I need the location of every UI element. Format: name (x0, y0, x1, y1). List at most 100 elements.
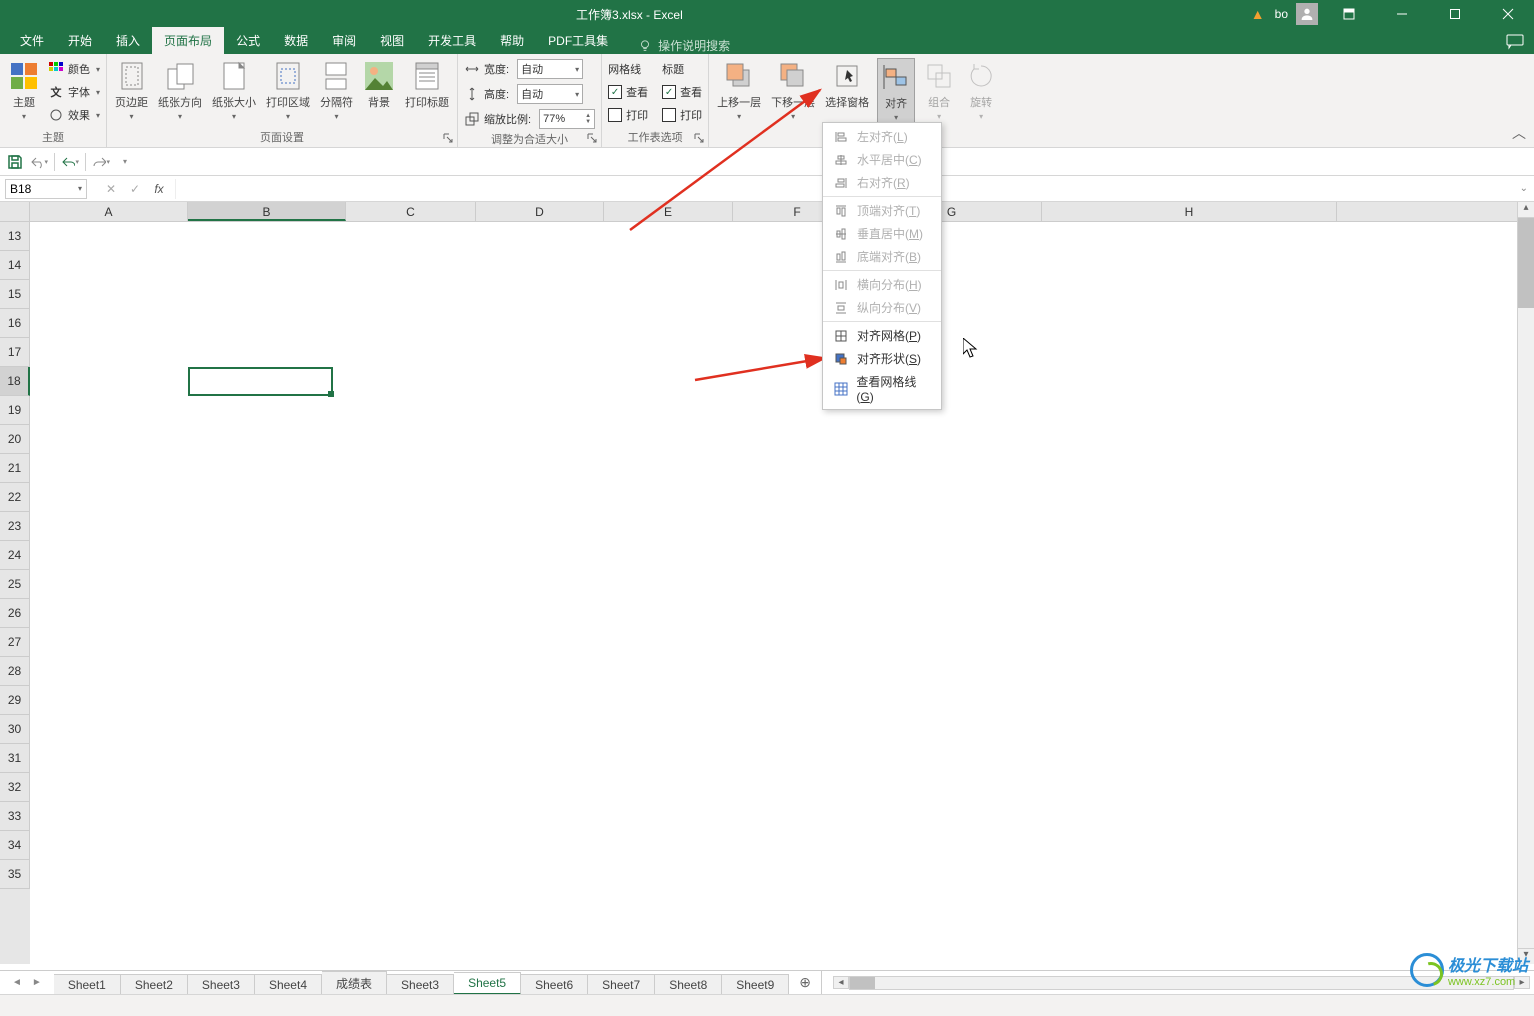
row-header-34[interactable]: 34 (0, 831, 30, 860)
scroll-thumb[interactable] (1518, 218, 1534, 308)
gridlines-print-checkbox[interactable]: 打印 (608, 104, 648, 126)
tab-公式[interactable]: 公式 (224, 27, 272, 54)
row-header-19[interactable]: 19 (0, 396, 30, 425)
sheet-tab-Sheet4-3[interactable]: Sheet4 (255, 974, 322, 995)
column-headers[interactable]: ABCDEFGH (0, 202, 1534, 222)
select-all-corner[interactable] (0, 202, 30, 221)
row-header-22[interactable]: 22 (0, 483, 30, 512)
row-header-30[interactable]: 30 (0, 715, 30, 744)
dialog-launcher-page-setup[interactable] (441, 131, 455, 145)
tab-审阅[interactable]: 审阅 (320, 27, 368, 54)
headings-print-checkbox[interactable]: 打印 (662, 104, 702, 126)
size-button[interactable]: 纸张大小▾ (210, 58, 258, 123)
col-header-E[interactable]: E (604, 202, 733, 221)
dialog-launcher-scale[interactable] (585, 131, 599, 145)
expand-formula-bar-icon[interactable]: ⌄ (1514, 183, 1534, 194)
col-header-C[interactable]: C (346, 202, 476, 221)
col-header-D[interactable]: D (476, 202, 604, 221)
gridlines-view-checkbox[interactable]: 查看 (608, 81, 648, 103)
redo-icon[interactable]: ▾ (92, 153, 110, 171)
spreadsheet-grid[interactable]: ABCDEFGH 1314151617181920212223242526272… (0, 202, 1534, 964)
close-button[interactable] (1485, 0, 1530, 28)
height-combo[interactable]: 自动▾ (517, 84, 583, 104)
print-titles-button[interactable]: 打印标题 (403, 58, 451, 112)
fonts-button[interactable]: 文字体▾ (48, 81, 100, 103)
row-header-15[interactable]: 15 (0, 280, 30, 309)
comments-icon[interactable] (1496, 30, 1534, 54)
tab-开发工具[interactable]: 开发工具 (416, 27, 488, 54)
send-backward-button[interactable]: 下移一层▾ (769, 58, 817, 123)
add-sheet-button[interactable]: ⊕ (789, 974, 821, 991)
headings-view-checkbox[interactable]: 查看 (662, 81, 702, 103)
sheet-tab-Sheet3-2[interactable]: Sheet3 (188, 974, 255, 995)
row-header-23[interactable]: 23 (0, 512, 30, 541)
row-header-35[interactable]: 35 (0, 860, 30, 889)
tab-视图[interactable]: 视图 (368, 27, 416, 54)
row-header-28[interactable]: 28 (0, 657, 30, 686)
sheet-tab-Sheet5-6[interactable]: Sheet5 (454, 972, 521, 995)
row-header-24[interactable]: 24 (0, 541, 30, 570)
sheet-nav[interactable]: ◄► (0, 975, 54, 990)
tab-插入[interactable]: 插入 (104, 27, 152, 54)
themes-button[interactable]: 主题 ▾ (6, 58, 42, 123)
row-header-16[interactable]: 16 (0, 309, 30, 338)
print-area-button[interactable]: 打印区域▾ (264, 58, 312, 123)
user-name[interactable]: bo (1275, 7, 1288, 21)
fx-icon[interactable]: fx (147, 182, 171, 196)
orientation-button[interactable]: 纸张方向▾ (156, 58, 204, 123)
colors-button[interactable]: 颜色▾ (48, 58, 100, 80)
row-header-13[interactable]: 13 (0, 222, 30, 251)
align-menu-snap-shape[interactable]: 对齐形状(S) (823, 347, 941, 370)
sheet-tab-成绩表-4[interactable]: 成绩表 (322, 971, 387, 995)
row-header-29[interactable]: 29 (0, 686, 30, 715)
row-headers[interactable]: 1314151617181920212223242526272829303132… (0, 222, 30, 964)
breaks-button[interactable]: 分隔符▾ (318, 58, 355, 123)
sheet-tab-Sheet7-8[interactable]: Sheet7 (588, 974, 655, 995)
sheet-tab-Sheet8-9[interactable]: Sheet8 (655, 974, 722, 995)
scale-spinner[interactable]: 77%▲▼ (539, 109, 595, 129)
tab-帮助[interactable]: 帮助 (488, 27, 536, 54)
tell-me-search[interactable]: 操作说明搜索 (638, 37, 730, 54)
tab-PDF工具集[interactable]: PDF工具集 (536, 27, 620, 54)
customize-qat-icon[interactable]: ▾ (116, 153, 134, 171)
tab-文件[interactable]: 文件 (8, 27, 56, 54)
width-combo[interactable]: 自动▾ (517, 59, 583, 79)
col-header-A[interactable]: A (30, 202, 188, 221)
save-icon[interactable] (6, 153, 24, 171)
row-header-31[interactable]: 31 (0, 744, 30, 773)
col-header-H[interactable]: H (1042, 202, 1337, 221)
ribbon-display-options[interactable] (1326, 0, 1371, 28)
name-box[interactable]: B18▾ (5, 179, 87, 199)
bring-forward-button[interactable]: 上移一层▾ (715, 58, 763, 123)
vertical-scrollbar[interactable]: ▴ ▾ (1517, 202, 1534, 964)
background-button[interactable]: 背景 (361, 58, 397, 112)
row-header-20[interactable]: 20 (0, 425, 30, 454)
row-header-26[interactable]: 26 (0, 599, 30, 628)
row-header-25[interactable]: 25 (0, 570, 30, 599)
row-header-32[interactable]: 32 (0, 773, 30, 802)
tab-split-handle[interactable] (821, 971, 829, 994)
effects-button[interactable]: 效果▾ (48, 104, 100, 126)
align-menu-snap-grid[interactable]: 对齐网格(P) (823, 324, 941, 347)
sheet-tab-Sheet3-5[interactable]: Sheet3 (387, 974, 454, 995)
row-header-21[interactable]: 21 (0, 454, 30, 483)
tab-开始[interactable]: 开始 (56, 27, 104, 54)
active-cell[interactable] (188, 367, 333, 396)
sheet-tab-Sheet1-0[interactable]: Sheet1 (54, 974, 121, 995)
maximize-button[interactable] (1432, 0, 1477, 28)
margins-button[interactable]: 页边距▾ (113, 58, 150, 123)
minimize-button[interactable] (1379, 0, 1424, 28)
row-header-14[interactable]: 14 (0, 251, 30, 280)
align-menu-view-grid[interactable]: 查看网格线(G) (823, 370, 941, 407)
col-header-B[interactable]: B (188, 202, 346, 221)
sheet-tab-Sheet6-7[interactable]: Sheet6 (521, 974, 588, 995)
row-header-18[interactable]: 18 (0, 367, 30, 396)
row-header-33[interactable]: 33 (0, 802, 30, 831)
tab-页面布局[interactable]: 页面布局 (152, 27, 224, 54)
row-header-17[interactable]: 17 (0, 338, 30, 367)
collapse-ribbon-icon[interactable]: ︿ (1512, 123, 1526, 143)
dialog-launcher-sheet-options[interactable] (692, 131, 706, 145)
tab-数据[interactable]: 数据 (272, 27, 320, 54)
selection-pane-button[interactable]: 选择窗格 (823, 58, 871, 112)
sheet-tab-Sheet9-10[interactable]: Sheet9 (722, 974, 789, 995)
